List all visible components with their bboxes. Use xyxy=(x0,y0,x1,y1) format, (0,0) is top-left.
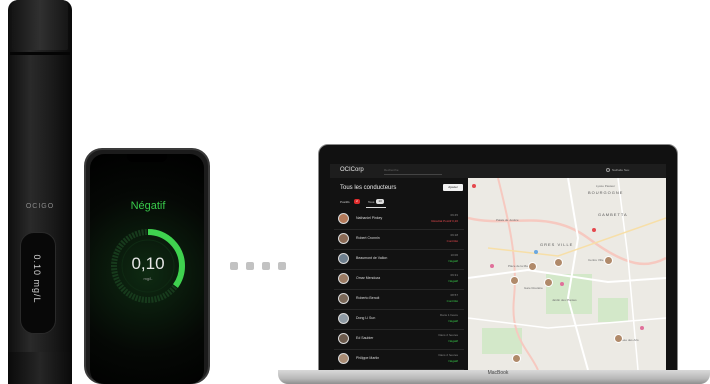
map-label: Jardin des Plantes xyxy=(552,298,577,302)
tab-positive-count: 2 xyxy=(354,199,360,204)
driver-status: Négatif xyxy=(448,359,458,363)
page-title: Tous les conducteurs xyxy=(340,185,397,191)
driver-status: Négatif xyxy=(448,259,458,263)
driver-status: Contrôlé xyxy=(446,299,458,303)
driver-name: Beaumont de Vallon xyxy=(356,256,388,260)
user-menu[interactable]: Nathalie Neu xyxy=(612,168,660,172)
map-label: Centre Ville xyxy=(588,258,604,262)
driver-status: Contrôlé xyxy=(446,239,458,243)
reading-unit: mg/L xyxy=(143,276,153,281)
map-label: BOURGOGNE xyxy=(588,190,624,195)
device-reading: 0.10 mg/L xyxy=(32,254,42,304)
driver-status: Négatif xyxy=(448,319,458,323)
tab-all-count: 13 xyxy=(376,199,384,204)
driver-row[interactable]: Roberto Benoit 08:57 Contrôlé xyxy=(334,289,464,310)
driver-row[interactable]: Omar Mendoza 09:31 Négatif xyxy=(334,269,464,290)
active-tab-indicator xyxy=(366,207,386,208)
driver-time: 08:57 xyxy=(450,293,458,297)
map-poi xyxy=(490,264,494,268)
driver-map-pin[interactable] xyxy=(554,258,563,267)
result-status: Négatif xyxy=(130,200,166,212)
map-poi xyxy=(472,184,476,188)
map-label: Palais de Justice xyxy=(496,218,519,222)
laptop-model-label: MacBook xyxy=(487,370,509,376)
map-label: Gare Routière xyxy=(524,286,543,290)
avatar xyxy=(338,353,349,364)
driver-status: Négatif xyxy=(448,279,458,283)
avatar xyxy=(338,213,349,224)
map-poi xyxy=(640,326,644,330)
driver-time: 09:31 xyxy=(450,273,458,277)
driver-name: Omar Mendoza xyxy=(356,276,381,280)
driver-time: 09:18 xyxy=(450,233,458,237)
avatar xyxy=(338,233,349,244)
driver-row[interactable]: Beaumont de Vallon 10:06 Négatif xyxy=(334,249,464,270)
driver-status: Résultat Positif 0,20 xyxy=(431,219,458,223)
driver-name: Dong Li Sun xyxy=(356,316,376,320)
driver-name: Nathaniel Pinkey xyxy=(356,216,383,220)
reading-value: 0,10 xyxy=(131,254,165,273)
tab-all[interactable]: Tous xyxy=(368,200,374,204)
add-driver-button[interactable]: Ajouter xyxy=(443,184,463,191)
driver-row[interactable]: Ed Saubier Dans 2 heures Négatif xyxy=(334,329,464,350)
user-icon xyxy=(606,168,610,172)
connection-dot xyxy=(246,262,254,270)
avatar xyxy=(338,313,349,324)
avatar xyxy=(338,293,349,304)
driver-map-pin[interactable] xyxy=(604,256,613,265)
driver-time: Dans 2 heures xyxy=(438,333,458,337)
search-input[interactable]: Recherche xyxy=(384,168,442,175)
phone-notch xyxy=(127,154,167,162)
driver-row[interactable]: Robert Cronnin 09:18 Contrôlé xyxy=(334,229,464,250)
driver-map-pin[interactable] xyxy=(544,278,553,287)
device-base xyxy=(8,352,72,384)
driver-row[interactable]: Philippe Martin Dans 2 heures Négatif xyxy=(334,349,464,370)
connection-dot xyxy=(278,262,286,270)
map-label: Lycée Pasteur xyxy=(596,184,616,188)
driver-row[interactable]: Nathaniel Pinkey 09:45 Résultat Positif … xyxy=(334,209,464,230)
device-brand: OCIGO xyxy=(25,203,55,210)
tab-positive[interactable]: Positifs xyxy=(340,200,350,204)
map-label: GAMBETTA xyxy=(598,212,628,217)
app-logo[interactable]: OCICorp xyxy=(340,167,364,173)
driver-name: Roberto Benoit xyxy=(356,296,380,300)
driver-row[interactable]: Dong Li Sun Dans 1 heure Négatif xyxy=(334,309,464,330)
map-label: GRES VILLE xyxy=(540,242,574,247)
driver-name: Philippe Martin xyxy=(356,356,380,360)
drivers-map[interactable]: BOURGOGNE GRES VILLE GAMBETTA Place de l… xyxy=(468,178,666,370)
avatar xyxy=(338,253,349,264)
driver-map-pin[interactable] xyxy=(512,354,521,363)
driver-time: Dans 1 heure xyxy=(439,313,458,317)
driver-name: Ed Saubier xyxy=(356,336,374,340)
driver-time: 09:45 xyxy=(450,213,458,217)
driver-time: 10:06 xyxy=(450,253,458,257)
avatar xyxy=(338,333,349,344)
connection-dot xyxy=(262,262,270,270)
driver-name: Robert Cronnin xyxy=(356,236,380,240)
avatar xyxy=(338,273,349,284)
driver-map-pin[interactable] xyxy=(510,276,519,285)
device-ring xyxy=(10,52,70,55)
driver-map-pin[interactable] xyxy=(614,334,623,343)
driver-map-pin[interactable] xyxy=(528,262,537,271)
device-cap xyxy=(12,0,68,50)
map-poi xyxy=(534,250,538,254)
driver-time: Dans 2 heures xyxy=(438,353,458,357)
driver-status: Négatif xyxy=(448,339,458,343)
connection-dot xyxy=(230,262,238,270)
map-poi xyxy=(560,282,564,286)
map-poi xyxy=(592,228,596,232)
